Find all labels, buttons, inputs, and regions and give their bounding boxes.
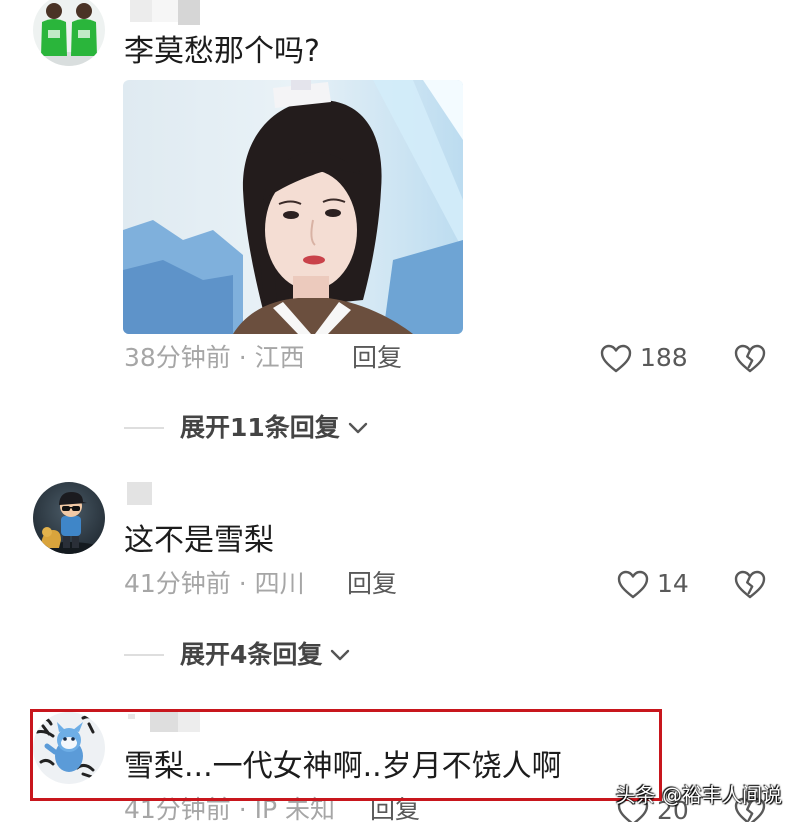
divider-line: [124, 654, 164, 656]
watermark: 头条 @裕丰人间说: [615, 783, 782, 807]
broken-heart-icon: [734, 344, 766, 372]
reply-button[interactable]: 回复: [352, 345, 402, 371]
dislike-button[interactable]: [734, 569, 766, 599]
like-button[interactable]: 188: [600, 343, 688, 373]
username-redacted-block: [127, 482, 152, 505]
avatar-image: [33, 482, 105, 554]
expand-replies-button[interactable]: 展开11条回复: [124, 415, 368, 441]
comment-photo[interactable]: [123, 80, 463, 334]
username-redacted-block: [152, 0, 178, 22]
avatar-image: [33, 0, 105, 66]
expand-replies-button[interactable]: 展开4条回复: [124, 642, 350, 668]
expand-replies-label: 展开11条回复: [180, 413, 340, 442]
chevron-down-icon: [348, 422, 367, 434]
heart-icon: [600, 344, 632, 372]
username-redacted-block: [130, 0, 152, 22]
comment-list: 李莫愁那个吗? 38分钟前 · 江西 回复 188 展开11条回复 这不是雪梨 …: [0, 0, 800, 822]
comment-time-location: 41分钟前 · 四川: [124, 569, 305, 598]
heart-icon: [617, 570, 649, 598]
like-button[interactable]: 14: [617, 569, 689, 599]
comment-text: 李莫愁那个吗?: [124, 34, 320, 69]
user-avatar[interactable]: [33, 0, 105, 66]
chevron-down-icon: [331, 649, 350, 661]
highlight-box: [30, 709, 662, 801]
user-avatar[interactable]: [33, 482, 105, 554]
photo-image: [123, 80, 463, 334]
comment-text: 这不是雪梨: [124, 523, 274, 558]
comment-time-location: 38分钟前 · 江西: [124, 343, 305, 372]
broken-heart-icon: [734, 570, 766, 598]
expand-replies-label: 展开4条回复: [180, 640, 323, 669]
like-count: 14: [657, 569, 689, 598]
like-count: 188: [640, 343, 688, 372]
username-redacted[interactable]: [130, 0, 200, 25]
reply-button[interactable]: 回复: [347, 571, 397, 597]
dislike-button[interactable]: [734, 343, 766, 373]
username-redacted[interactable]: [127, 482, 152, 505]
divider-line: [124, 427, 164, 429]
username-redacted-block: [178, 0, 200, 25]
